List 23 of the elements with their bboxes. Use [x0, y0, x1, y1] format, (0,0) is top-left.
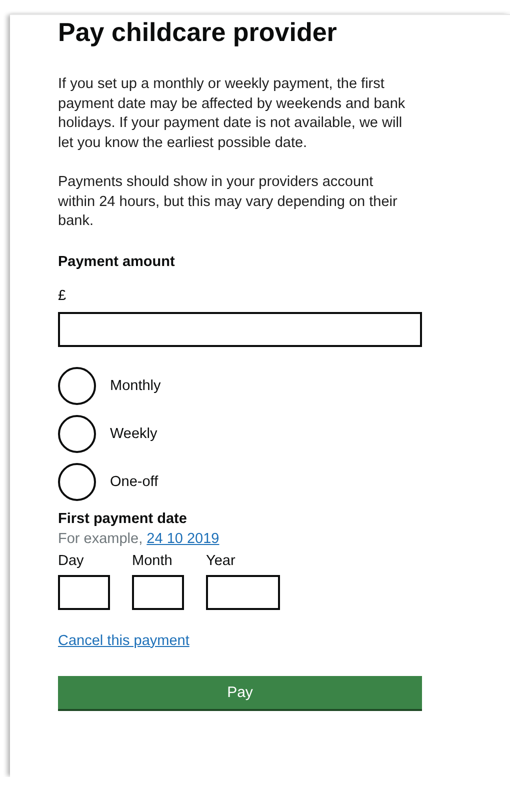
- date-field[interactable]: [58, 574, 110, 610]
- date-label: Year: [206, 552, 236, 570]
- radio-label: Monthly: [110, 378, 161, 394]
- radio-button[interactable]: [58, 366, 96, 404]
- date-label: Day: [58, 552, 85, 570]
- amount-field[interactable]: [58, 312, 422, 346]
- info-paragraph: Payments should show in your providers account within 24 hours, but this may vary depending on their bank.: [58, 173, 398, 231]
- radio-label: One-off: [110, 474, 158, 490]
- pay-button[interactable]: Pay: [58, 676, 422, 708]
- currency-prefix: £: [58, 286, 68, 306]
- info-paragraph: If you set up a monthly or weekly payment, the first payment date may be affected by weekends and bank holidays. If your payment date is not available, we will let you know the earliest possible date.: [58, 75, 406, 152]
- date-label: Month: [132, 552, 174, 570]
- field-label: First payment date: [58, 510, 188, 528]
- page-heading: Pay childcare provider: [58, 17, 338, 47]
- date-field[interactable]: [132, 574, 184, 610]
- radio-button[interactable]: [58, 414, 96, 452]
- hint-text: For example,: [58, 530, 143, 546]
- field-label: Payment amount: [58, 252, 176, 272]
- date-field[interactable]: [206, 574, 280, 610]
- cancel-link[interactable]: Cancel this payment: [58, 632, 190, 648]
- radio-button[interactable]: [58, 462, 96, 500]
- radio-label: Weekly: [110, 426, 158, 442]
- example-link[interactable]: 24 10 2019: [146, 530, 220, 546]
